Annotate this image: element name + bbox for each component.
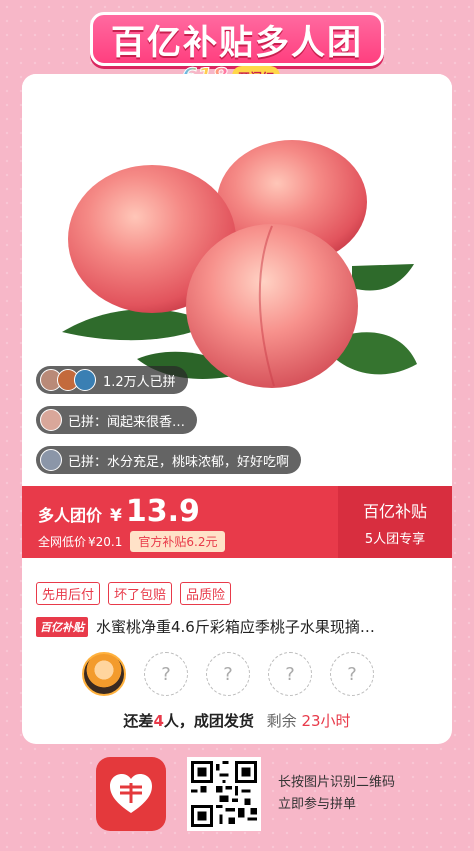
status-prefix: 还差 [123,712,154,730]
status-suffix: 人，成团发货 [163,712,254,730]
question-mark-icon: ? [161,663,171,685]
service-tag: 先用后付 [36,582,101,605]
group-members: ? ? ? ? [82,652,374,696]
comment-text: 已拼：闻起来很香… [68,414,186,430]
market-price-label: 全网低价 [38,535,87,549]
qr-code[interactable] [187,757,261,831]
avatar [74,369,96,391]
remaining-time: 23小时 [301,712,351,730]
leader-avatar[interactable] [82,652,126,696]
empty-slot[interactable]: ? [330,652,374,696]
group-status: 还差4人，成团发货 剩余 23小时 [22,710,452,731]
price-bar: 多人团价 ¥ 13.9 全网低价 ¥20.1 官方补贴6.2元 百亿补贴 5人团… [22,486,452,558]
question-mark-icon: ? [223,663,233,685]
product-card[interactable]: 1.2万人已拼 已拼：闻起来很香… 已拼：水分充足，桃味浓郁，好好吃啊 多人团价… [22,74,452,744]
avatar [40,449,62,471]
footer-line-2: 立即参与拼单 [278,797,357,812]
qr-code-icon [191,761,257,827]
group-price-value: 13.9 [125,494,200,529]
joined-count-pill: 1.2万人已拼 [36,366,188,394]
header-banner: 百亿补贴多人团 618 开门红 [90,8,384,90]
product-title[interactable]: 水蜜桃净重4.6斤彩箱应季桃子水果现摘… [96,616,375,637]
footer-instructions: 长按图片识别二维码 立即参与拼单 [278,772,395,816]
joined-avatars [40,369,96,391]
comment-pill: 已拼：水分充足，桃味浓郁，好好吃啊 [36,446,302,474]
banner-title: 百亿补贴多人团 [90,12,384,66]
empty-slot[interactable]: ? [268,652,312,696]
comment-text: 已拼：水分充足，桃味浓郁，好好吃啊 [68,454,290,470]
comment-pill: 已拼：闻起来很香… [36,406,198,434]
subsidy-title: 百亿补贴 [362,501,427,521]
group-size-note: 5人团专享 [364,531,426,547]
question-mark-icon: ? [285,663,295,685]
market-price-value: ¥20.1 [88,534,123,549]
price-info: 多人团价 ¥ 13.9 全网低价 ¥20.1 官方补贴6.2元 [38,494,226,552]
pinduoduo-app-icon [96,757,166,831]
service-tag: 坏了包赔 [108,582,173,605]
subsidy-panel: 百亿补贴 5人团专享 [338,486,452,558]
joined-count-text: 1.2万人已拼 [103,374,176,390]
heart-bag-icon [110,774,152,813]
subsidy-logo-badge: 百亿补贴 [36,616,88,637]
avatar [40,409,62,431]
footer-line-1: 长按图片识别二维码 [278,775,396,790]
subsidy-badge: 官方补贴6.2元 [130,531,226,552]
empty-slot[interactable]: ? [144,652,188,696]
product-title-row[interactable]: 百亿补贴 水蜜桃净重4.6斤彩箱应季桃子水果现摘… [36,616,440,637]
product-image[interactable]: 1.2万人已拼 已拼：闻起来很香… 已拼：水分充足，桃味浓郁，好好吃啊 [22,74,452,486]
empty-slot[interactable]: ? [206,652,250,696]
group-price-label: 多人团价 [38,506,103,525]
service-tags: 先用后付 坏了包赔 品质险 [36,582,232,605]
service-tag: 品质险 [180,582,232,605]
remaining-label: 剩余 [266,712,297,730]
question-mark-icon: ? [347,663,357,685]
currency-symbol: ¥ [110,506,122,526]
status-count: 4 [153,712,164,730]
